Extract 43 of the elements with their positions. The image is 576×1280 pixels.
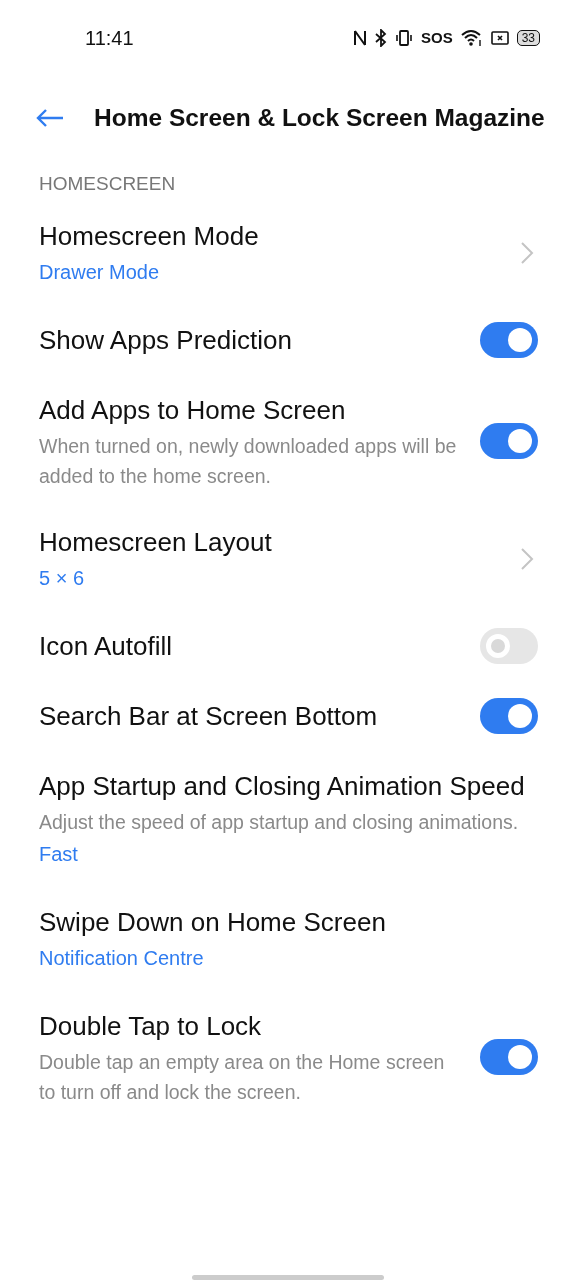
chevron-right-icon (520, 240, 534, 265)
vibrate-icon (394, 29, 413, 47)
settings-row[interactable]: App Startup and Closing Animation Speed Adjust the speed of app startup and closing animations. Fast (0, 750, 576, 887)
setting-value: Fast (39, 841, 79, 867)
setting-description: When turned on, newly downloaded apps will be added to the home screen. (39, 433, 458, 489)
status-time: 11:41 (85, 26, 134, 51)
chevron-right-icon (520, 546, 534, 571)
sos-indicator: SOS (420, 27, 453, 48)
settings-row[interactable]: Show Apps Prediction (0, 304, 576, 375)
setting-title: Add Apps to Home Screen (39, 393, 347, 427)
bluetooth-icon (374, 29, 387, 47)
battery-indicator: 33 (516, 30, 540, 46)
setting-value: Notification Centre (39, 945, 205, 971)
settings-row[interactable]: Icon Autofill (0, 610, 576, 681)
settings-row[interactable]: Homescreen Mode Drawer Mode (0, 200, 576, 305)
toggle-switch[interactable] (480, 1038, 538, 1075)
setting-title: Show Apps Prediction (39, 323, 293, 357)
settings-row[interactable]: Search Bar at Screen Bottom (0, 680, 576, 751)
setting-description: Adjust the speed of app startup and closing animations. (39, 809, 520, 835)
setting-value: Drawer Mode (39, 259, 161, 285)
setting-title: Double Tap to Lock (39, 1009, 263, 1043)
toggle-switch[interactable] (480, 321, 538, 358)
settings-row[interactable]: Add Apps to Home Screen When turned on, newly downloaded apps will be added to the home screen. (0, 374, 576, 507)
section-header: HOMESCREEN (39, 173, 176, 194)
setting-value: 5 × 6 (39, 565, 86, 591)
setting-title: Homescreen Layout (39, 525, 273, 559)
settings-row[interactable]: Swipe Down on Home Screen Notification Centre (0, 886, 576, 991)
setting-title: Homescreen Mode (39, 219, 260, 253)
setting-title: Icon Autofill (39, 629, 173, 663)
toggle-switch[interactable] (480, 422, 538, 459)
back-arrow-icon[interactable] (36, 108, 64, 128)
setting-description: Double tap an empty area on the Home screen to turn off and lock the screen. (39, 1049, 446, 1105)
setting-title: Swipe Down on Home Screen (39, 905, 387, 939)
settings-row[interactable]: Homescreen Layout 5 × 6 (0, 506, 576, 611)
settings-row[interactable]: Double Tap to Lock Double tap an empty area on the Home screen to turn off and lock the screen. (0, 990, 576, 1123)
setting-title: Search Bar at Screen Bottom (39, 699, 379, 733)
wifi-icon (460, 29, 483, 47)
nfc-icon (352, 29, 367, 47)
page-title: Home Screen & Lock Screen Magazine (94, 102, 545, 133)
no-sim-icon (490, 30, 509, 46)
toggle-switch[interactable] (480, 627, 538, 664)
toggle-switch[interactable] (480, 697, 538, 734)
setting-title: App Startup and Closing Animation Speed (39, 769, 526, 803)
